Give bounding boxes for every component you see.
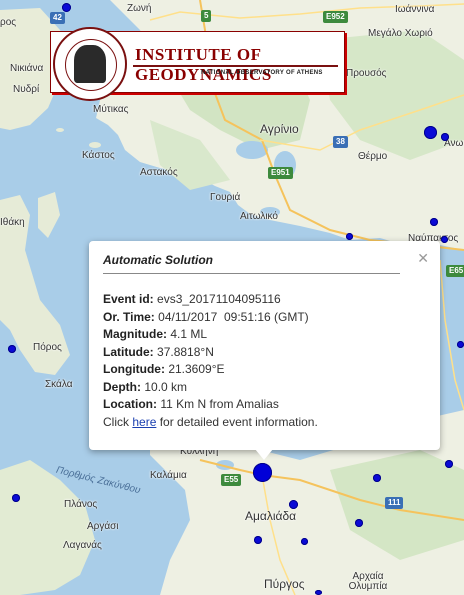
seal-figures [74, 45, 106, 83]
place-label-argasi: Αργάσι [87, 521, 119, 532]
field-label: Location: [103, 397, 157, 411]
earthquake-marker[interactable] [315, 590, 322, 595]
earthquake-marker[interactable] [445, 460, 453, 468]
event-details: Event id: evs3_20171104095116 Or. Time: … [103, 291, 318, 431]
earthquake-marker[interactable] [430, 218, 438, 226]
place-label-mytikas: Μύτικας [93, 104, 129, 115]
place-label-ioannina: Ιωάννινα [395, 4, 435, 15]
longitude-row: Longitude: 21.3609°E [103, 361, 318, 379]
place-label-megalo-horio: Μεγάλο Χωριό [368, 28, 433, 39]
earthquake-marker[interactable] [457, 341, 464, 348]
place-label-kalamia: Καλάμια [150, 470, 187, 481]
place-label-zoni: Ζωνή [127, 3, 152, 14]
logo-subtitle: NATIONAL OBSERVATORY OF ATHENS [201, 70, 323, 76]
magnitude-row: Magnitude: 4.1 ML [103, 326, 318, 344]
depth-row: Depth: 10.0 km [103, 379, 318, 397]
road-shield: 111 [385, 497, 404, 509]
place-label-kastos: Κάστος [82, 150, 115, 161]
road-shield: 38 [333, 136, 348, 148]
earthquake-marker[interactable] [289, 500, 298, 509]
earthquake-marker[interactable] [254, 536, 262, 544]
place-label-poros-top: ρος [0, 17, 17, 28]
earthquake-marker[interactable] [62, 3, 71, 12]
place-label-ithaki: Ιθάκη [0, 217, 25, 228]
popup-pointer [255, 449, 273, 460]
location-value: 11 Km N from Amalias [160, 397, 279, 411]
click-suffix: for detailed event information. [156, 414, 318, 429]
click-prefix: Click [103, 414, 133, 429]
event-info-popup: ✕ Automatic Solution Event id: evs3_2017… [89, 241, 440, 460]
earthquake-marker[interactable] [8, 345, 16, 353]
logo-divider [133, 65, 338, 67]
road-shield: 42 [50, 12, 65, 24]
origin-time-row: Or. Time: 04/11/2017 09:51:16 (GMT) [103, 309, 318, 327]
road-shield: 5 [201, 10, 212, 22]
origin-time-value: 04/11/2017 09:51:16 (GMT) [158, 309, 309, 324]
latitude-row: Latitude: 37.8818°N [103, 344, 318, 362]
place-label-nydri: Νυδρί [13, 84, 40, 95]
earthquake-marker[interactable] [441, 133, 449, 141]
latitude-value: 37.8818°N [157, 344, 214, 359]
event-id-value: evs3_20171104095116 [157, 292, 281, 306]
earthquake-marker[interactable] [12, 494, 20, 502]
place-label-prousos: Προυσός [346, 68, 387, 79]
magnitude-value: 4.1 ML [170, 327, 208, 341]
observatory-seal [53, 27, 127, 101]
road-shield: E65 [446, 265, 464, 277]
place-label-aitoliko: Αιτωλικό [240, 211, 278, 222]
field-label: Longitude: [103, 362, 165, 376]
earthquake-marker[interactable] [441, 236, 448, 243]
road-shield: E55 [221, 474, 242, 486]
location-row: Location: 11 Km N from Amalias [103, 396, 318, 414]
earthquake-marker[interactable] [373, 474, 381, 482]
place-label-laganas: Λαγανάς [63, 540, 102, 551]
popup-divider [103, 273, 400, 274]
field-label: Event id: [103, 292, 154, 306]
field-label: Latitude: [103, 344, 154, 359]
institute-logo: INSTITUTE OF GEODYNAMICS NATIONAL OBSERV… [50, 27, 345, 101]
earthquake-marker[interactable] [424, 126, 437, 139]
place-label-amaliada: Αμαλιάδα [245, 509, 297, 523]
small-island [89, 142, 101, 148]
place-label-planos: Πλάνος [64, 499, 98, 510]
place-label-gouria: Γουριά [210, 192, 241, 203]
earthquake-marker[interactable] [301, 538, 308, 545]
place-label-nikiana: Νικιάνα [10, 63, 44, 74]
field-label: Magnitude: [103, 327, 167, 341]
close-icon[interactable]: ✕ [417, 250, 429, 267]
small-island [56, 128, 64, 132]
earthquake-marker[interactable] [355, 519, 363, 527]
place-label-thermo: Θέρμο [358, 151, 388, 162]
longitude-value: 21.3609°E [168, 362, 225, 376]
place-label-agrinio: Αγρίνιο [260, 122, 299, 136]
place-label-poros: Πόρος [33, 342, 62, 353]
place-label-pyrgos: Πύργος [264, 577, 305, 591]
field-label: Depth: [103, 379, 141, 394]
road-shield: E951 [268, 167, 293, 179]
road-shield: E952 [323, 11, 348, 23]
selected-earthquake-marker[interactable] [253, 463, 272, 482]
details-link[interactable]: here [132, 415, 156, 429]
field-label: Or. Time: [103, 309, 155, 324]
place-label-skala: Σκάλα [45, 379, 73, 390]
event-id-row: Event id: evs3_20171104095116 [103, 291, 318, 309]
popup-title: Automatic Solution [103, 253, 213, 267]
place-label-astakos: Αστακός [140, 167, 178, 178]
details-link-row: Click here for detailed event informatio… [103, 414, 318, 432]
earthquake-marker[interactable] [346, 233, 353, 240]
depth-value: 10.0 km [144, 379, 188, 394]
place-label-archaia-olympia: Αρχαία Ολυμπία [348, 571, 388, 592]
